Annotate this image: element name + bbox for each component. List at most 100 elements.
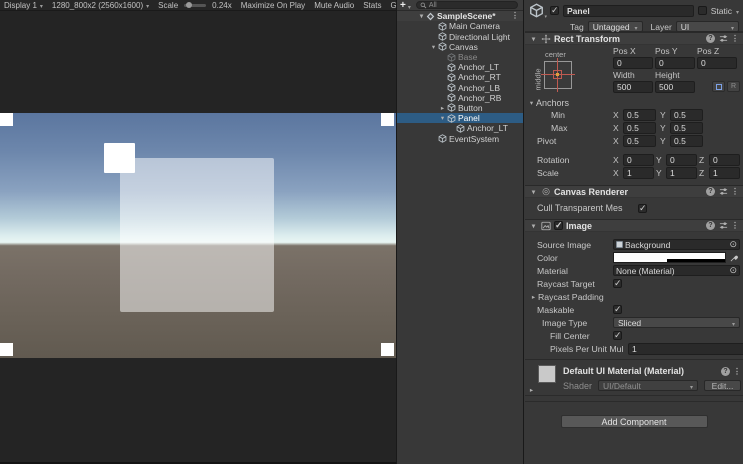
object-picker-icon[interactable] (729, 240, 737, 249)
hierarchy-item-base[interactable]: Base (397, 52, 523, 62)
hierarchy-item-anchor-lt[interactable]: Anchor_LT (397, 62, 523, 72)
anchor-max-x-field[interactable] (623, 121, 656, 134)
edit-material-button[interactable]: Edit... (704, 380, 742, 391)
active-checkbox[interactable] (550, 5, 559, 16)
hierarchy-item-button[interactable]: Button (397, 103, 523, 113)
help-icon[interactable] (706, 187, 715, 196)
anchor-preset-widget[interactable] (541, 58, 575, 92)
display-dropdown[interactable]: Display 1 (4, 1, 43, 10)
material-object-field[interactable]: None (Material) (613, 265, 740, 276)
hierarchy-item-anchor-rt[interactable]: Anchor_RT (397, 72, 523, 82)
scale-z-field[interactable] (709, 166, 740, 179)
foldout-icon[interactable] (529, 293, 538, 301)
blueprint-mode-button[interactable] (712, 81, 725, 92)
create-button[interactable]: + (400, 0, 406, 10)
hierarchy-item-canvas[interactable]: Canvas (397, 42, 523, 52)
foldout-icon[interactable] (529, 222, 538, 230)
foldout-icon[interactable] (529, 188, 538, 196)
hierarchy-item-directional-light[interactable]: Directional Light (397, 32, 523, 42)
foldout-icon[interactable] (429, 43, 438, 51)
hierarchy-item-main-camera[interactable]: Main Camera (397, 21, 523, 31)
width-label: Width (613, 70, 635, 80)
pixels-per-unit-field[interactable] (628, 342, 743, 355)
component-menu-icon[interactable] (731, 34, 739, 43)
add-component-button[interactable]: Add Component (560, 415, 708, 428)
width-field[interactable] (613, 80, 653, 93)
raycast-target-checkbox[interactable] (613, 278, 622, 289)
help-icon[interactable] (706, 221, 715, 230)
gameobject-icon[interactable]: ▾ (529, 3, 547, 20)
fill-center-checkbox[interactable] (613, 330, 622, 341)
hierarchy-search-input[interactable]: All (415, 1, 518, 9)
anchor-min-y-field[interactable] (670, 108, 703, 121)
pivot-y-field[interactable] (670, 134, 703, 147)
item-label: EventSystem (449, 133, 500, 144)
presets-icon[interactable] (718, 34, 728, 44)
hierarchy-item-anchor-rb[interactable]: Anchor_RB (397, 93, 523, 103)
static-dropdown-icon[interactable] (736, 6, 739, 16)
component-menu-icon[interactable] (731, 221, 739, 230)
anchor-max-y-field[interactable] (670, 121, 703, 134)
image-type-dropdown[interactable]: Sliced (613, 317, 740, 328)
foldout-icon[interactable] (438, 114, 447, 122)
hierarchy-item-anchor-lb[interactable]: Anchor_LB (397, 83, 523, 93)
anchors-foldout[interactable]: Anchors (525, 97, 743, 108)
static-checkbox[interactable] (697, 6, 707, 15)
rotation-z-field[interactable] (709, 153, 740, 166)
stats-button[interactable]: Stats (363, 1, 381, 10)
raw-edit-mode-button[interactable]: R (727, 81, 740, 92)
rotation-y-field[interactable] (666, 153, 697, 166)
component-menu-icon[interactable] (731, 187, 739, 196)
scale-x-field[interactable] (623, 166, 654, 179)
foldout-icon[interactable] (438, 104, 447, 112)
layer-value: UI (680, 21, 690, 32)
hierarchy-item-panel-anchor-lt[interactable]: Anchor_LT (397, 123, 523, 133)
scene-menu-icon[interactable] (511, 11, 519, 20)
presets-icon[interactable] (718, 221, 728, 231)
shader-dropdown[interactable]: UI/Default (598, 380, 699, 391)
name-field[interactable] (563, 4, 694, 17)
foldout-icon[interactable] (527, 386, 536, 394)
tag-dropdown[interactable]: Untagged (587, 21, 643, 32)
source-image-object-field[interactable]: Background (613, 239, 740, 250)
rotation-x-field[interactable] (623, 153, 654, 166)
help-icon[interactable] (721, 366, 731, 376)
maskable-checkbox[interactable] (613, 304, 622, 315)
rect-transform-header[interactable]: Rect Transform (525, 32, 743, 45)
foldout-icon[interactable] (529, 35, 538, 43)
pivot-x-field[interactable] (623, 134, 656, 147)
image-enabled-checkbox[interactable] (554, 220, 563, 231)
gameobject-cube-icon (447, 63, 456, 72)
help-icon[interactable] (706, 34, 715, 43)
chevron-down-icon (690, 381, 693, 391)
eyedropper-icon[interactable] (728, 253, 740, 262)
maximize-on-play-button[interactable]: Maximize On Play (241, 1, 305, 10)
canvas-renderer-header[interactable]: ◎ Canvas Renderer (525, 185, 743, 198)
foldout-icon[interactable] (417, 12, 426, 20)
scale-slider-knob[interactable] (186, 1, 193, 8)
resolution-dropdown[interactable]: 1280_800x2 (2560x1600) (52, 1, 149, 10)
pos-x-field[interactable] (613, 56, 653, 69)
height-field[interactable] (655, 80, 695, 93)
material-menu-icon[interactable] (733, 367, 741, 376)
hierarchy-item-panel-selected[interactable]: Panel (397, 113, 523, 124)
canvas-renderer-body: Cull Transparent Mes (525, 198, 743, 219)
anchor-min-x-field[interactable] (623, 108, 656, 121)
object-picker-icon[interactable] (729, 266, 737, 275)
hierarchy-item-eventsystem[interactable]: EventSystem (397, 133, 523, 144)
gameobject-cube-icon (438, 42, 447, 51)
item-label: Anchor_RT (458, 72, 501, 83)
layer-dropdown[interactable]: UI (675, 21, 739, 32)
color-swatch[interactable] (613, 252, 726, 263)
scale-slider[interactable] (184, 1, 207, 8)
pos-z-field[interactable] (697, 56, 737, 69)
cull-transparent-mesh-checkbox[interactable] (638, 203, 647, 214)
material-thumbnail[interactable] (538, 365, 556, 383)
anchor-rt-image (381, 113, 394, 126)
mute-audio-button[interactable]: Mute Audio (314, 1, 354, 10)
presets-icon[interactable] (718, 187, 728, 197)
hierarchy-scene-row[interactable]: SampleScene* (397, 11, 523, 22)
scale-y-field[interactable] (666, 166, 697, 179)
image-header[interactable]: Image (525, 219, 743, 232)
pos-y-field[interactable] (655, 56, 695, 69)
